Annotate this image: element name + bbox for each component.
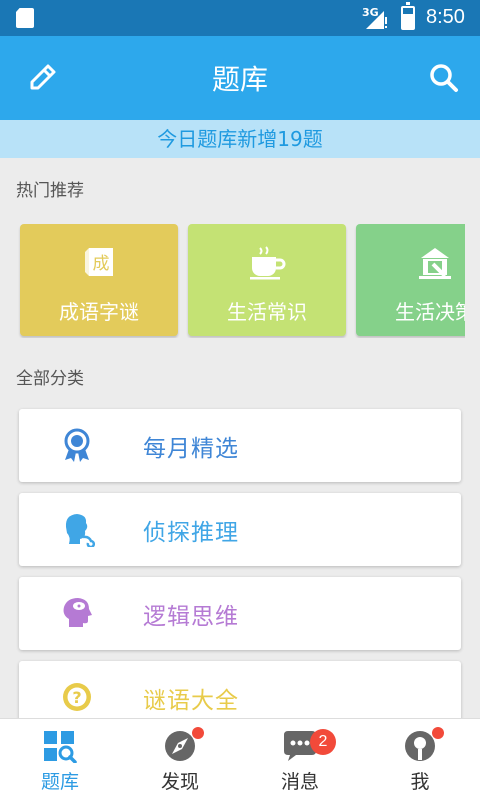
page-title: 题库	[211, 63, 268, 96]
grid-search-icon	[44, 731, 77, 763]
clock: 8:50	[426, 6, 465, 28]
nav-label: 消息	[280, 771, 319, 793]
hot-card-label: 生活决策	[395, 300, 465, 324]
detective-icon	[65, 514, 95, 547]
category-label: 谜语大全	[143, 688, 239, 714]
hot-section-title: 热门推荐	[16, 181, 84, 201]
idiom-scroll-icon: 成	[85, 248, 113, 276]
signal-icon	[366, 11, 387, 29]
search-icon[interactable]	[428, 62, 460, 94]
category-logic[interactable]: 逻辑思维	[19, 577, 461, 650]
nav-label: 题库	[40, 771, 79, 793]
hot-cards-row: 成 成语字谜 生活常识 生活决策	[0, 224, 465, 338]
category-label: 每月精选	[143, 436, 239, 462]
nav-label: 我	[410, 771, 430, 793]
message-count-badge: 2	[310, 729, 336, 755]
nav-tab-messages[interactable]: 2 消息	[240, 719, 360, 801]
discover-dot	[192, 727, 204, 739]
nav-tab-discover[interactable]: 发现	[120, 719, 240, 801]
hot-card-life-tips[interactable]: 生活常识	[188, 224, 346, 336]
svg-text:成: 成	[93, 254, 110, 274]
medal-icon	[64, 428, 90, 462]
all-categories-title: 全部分类	[16, 369, 84, 389]
gavel-icon	[419, 248, 451, 279]
hot-card-label: 成语字谜	[59, 300, 139, 324]
category-label: 侦探推理	[143, 520, 239, 546]
sd-card-icon	[16, 8, 34, 28]
question-circle-icon: ?	[63, 683, 91, 711]
status-bar: 3G 8:50	[0, 0, 480, 36]
category-detective[interactable]: 侦探推理	[19, 493, 461, 566]
new-questions-banner[interactable]: 今日题库新增19题	[0, 120, 480, 158]
hot-card-label: 生活常识	[227, 300, 307, 324]
nav-tab-me[interactable]: 我	[360, 719, 480, 801]
profile-dot	[432, 727, 444, 739]
coffee-cup-icon	[250, 246, 286, 280]
app-header: 题库	[0, 36, 480, 120]
category-monthly-picks[interactable]: 每月精选	[19, 409, 461, 482]
battery-level	[403, 14, 413, 28]
category-label: 逻辑思维	[143, 604, 239, 630]
nav-label: 发现	[160, 771, 199, 793]
nav-tab-question-bank[interactable]: 题库	[0, 719, 120, 801]
brain-head-icon	[63, 598, 92, 627]
bottom-nav: 题库 发现 2 消息 我	[0, 718, 480, 801]
svg-text:?: ?	[72, 688, 81, 707]
battery-icon	[401, 2, 415, 30]
hot-card-decision[interactable]: 生活决策	[356, 224, 465, 336]
hot-card-idiom[interactable]: 成 成语字谜	[20, 224, 178, 336]
